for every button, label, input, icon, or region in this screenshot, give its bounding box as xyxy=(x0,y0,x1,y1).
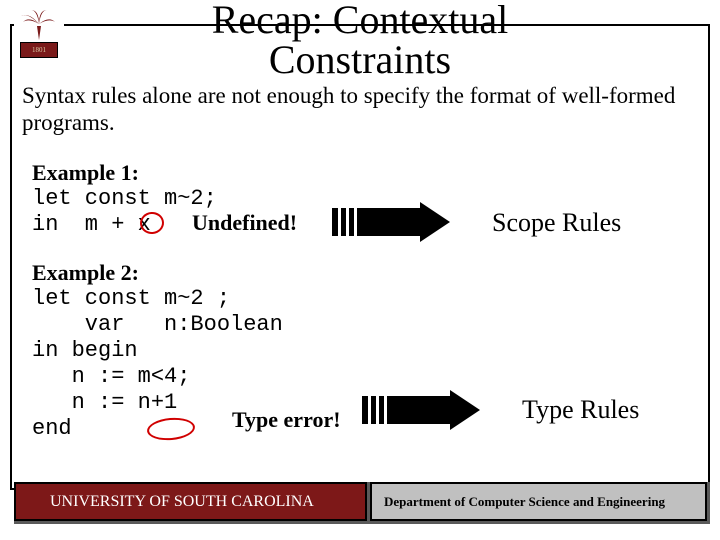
footer-university: UNIVERSITY OF SOUTH CAROLINA xyxy=(16,484,365,519)
title-line-2: Constraints xyxy=(269,37,451,82)
footer-department: Department of Computer Science and Engin… xyxy=(372,484,705,519)
logo-year-plaque: 1801 xyxy=(20,42,58,58)
palm-tree-icon xyxy=(19,8,59,40)
footer-right-box: Department of Computer Science and Engin… xyxy=(370,482,710,524)
slide-title: Recap: Contextual Constraints xyxy=(0,0,720,80)
arrow-icon-1 xyxy=(332,202,452,242)
type-error-callout: Type error! xyxy=(232,407,341,433)
scope-rules-label: Scope Rules xyxy=(492,208,621,238)
example-2-label: Example 2: xyxy=(32,260,712,286)
intro-text: Syntax rules alone are not enough to spe… xyxy=(22,82,702,136)
example-1-block: Example 1: let const m~2; in m + x Undef… xyxy=(32,160,692,238)
type-rules-label: Type Rules xyxy=(522,395,639,425)
title-line-1: Recap: Contextual xyxy=(212,0,509,42)
example-1-label: Example 1: xyxy=(32,160,692,186)
undefined-callout: Undefined! xyxy=(192,210,297,236)
university-logo: 1801 xyxy=(14,8,64,66)
example-2-block: Example 2: let const m~2 ; var n:Boolean… xyxy=(32,260,712,442)
footer-left-box: UNIVERSITY OF SOUTH CAROLINA xyxy=(14,482,370,524)
arrow-icon-2 xyxy=(362,390,482,430)
